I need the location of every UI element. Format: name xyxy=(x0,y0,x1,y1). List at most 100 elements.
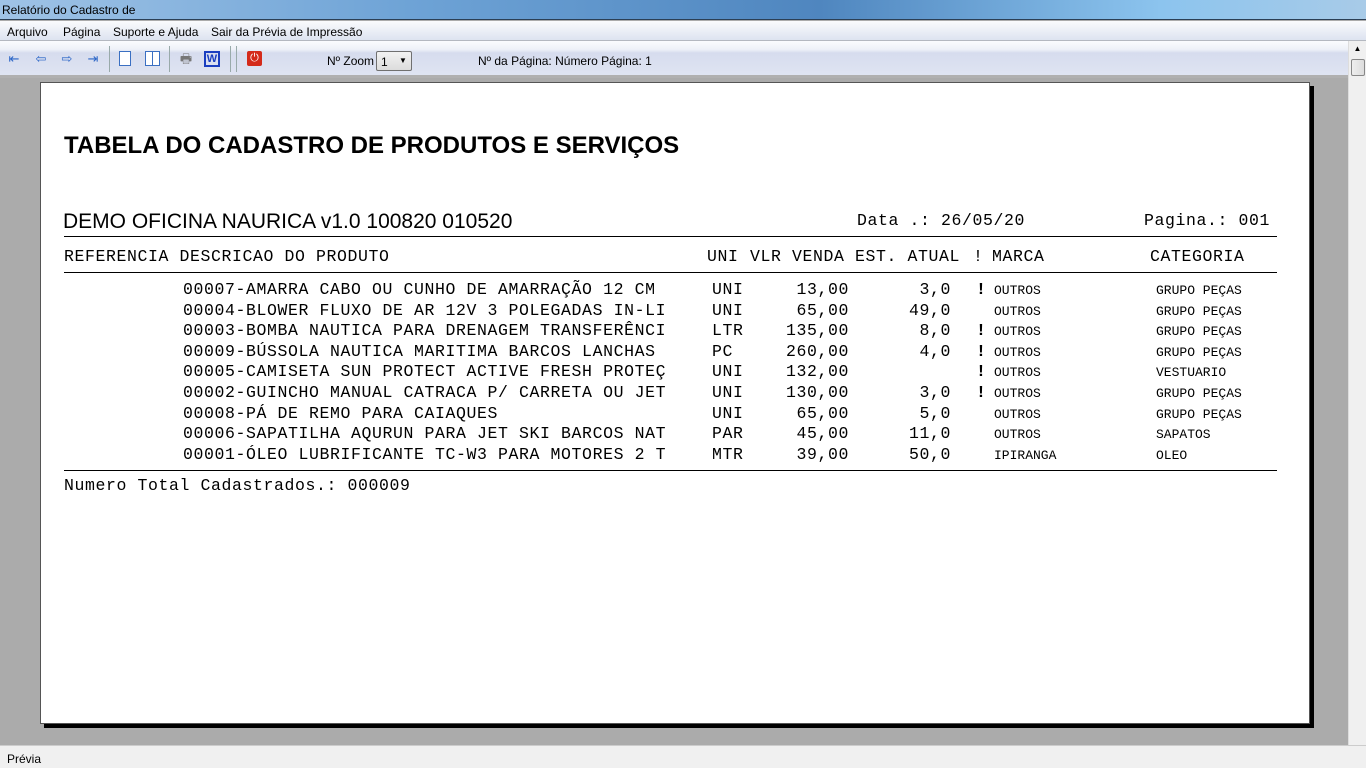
row-stock: 3,0 xyxy=(919,280,951,299)
row-brand: OUTROS xyxy=(994,427,1041,443)
next-page-icon[interactable]: ⇨ xyxy=(59,51,75,67)
header-ref-desc: REFERENCIA DESCRICAO DO PRODUTO xyxy=(64,247,390,266)
row-description: 00001-ÓLEO LUBRIFICANTE TC-W3 PARA MOTOR… xyxy=(183,444,667,464)
header-est-atual: EST. ATUAL xyxy=(855,247,961,266)
row-price: 132,00 xyxy=(785,362,849,382)
menu-pagina[interactable]: Página xyxy=(63,25,100,39)
row-stock: 4,0 xyxy=(919,341,951,361)
report-title: TABELA DO CADASTRO DE PRODUTOS E SERVIÇO… xyxy=(64,132,680,159)
menu-bar: Arquivo Página Suporte e Ajuda Sair da P… xyxy=(0,21,1366,41)
row-unit: UNI xyxy=(712,362,744,382)
row-stock: 5,0 xyxy=(919,403,951,423)
row-description: 00008-PÁ DE REMO PARA CAIAQUES xyxy=(183,403,499,423)
report-page-number: Pagina.: 001 xyxy=(1144,211,1271,230)
row-category: VESTUARIO xyxy=(1156,365,1227,381)
row-category: GRUPO PEÇAS xyxy=(1156,303,1242,319)
menu-arquivo[interactable]: Arquivo xyxy=(7,25,48,39)
row-description: 00004-BLOWER FLUXO DE AR 12V 3 POLEGADAS… xyxy=(183,300,667,320)
row-brand: IPIRANGA xyxy=(994,447,1057,463)
separator xyxy=(109,46,110,72)
row-price: 65,00 xyxy=(796,403,849,423)
row-price: 45,00 xyxy=(796,424,849,444)
header-flag: ! xyxy=(973,247,984,266)
row-description: 00006-SAPATILHA AQURUN PARA JET SKI BARC… xyxy=(183,424,667,444)
two-pages-icon[interactable] xyxy=(145,51,160,66)
row-brand: OUTROS xyxy=(994,406,1041,422)
scroll-thumb[interactable] xyxy=(1351,59,1365,76)
separator xyxy=(230,46,231,72)
row-unit: PAR xyxy=(712,424,744,444)
header-categoria: CATEGORIA xyxy=(1150,247,1245,266)
toolbar: ⇤ ⇦ ⇨ ⇥ 🖶 W ⏻ Nº Zoom 1 ▼ Nº da Página: … xyxy=(0,41,1348,78)
printer-icon[interactable]: 🖶 xyxy=(178,51,194,67)
row-brand: OUTROS xyxy=(994,324,1041,340)
scroll-up-icon[interactable]: ▲ xyxy=(1350,44,1365,53)
row-category: OLEO xyxy=(1156,447,1188,463)
row-unit: UNI xyxy=(712,300,744,320)
row-price: 130,00 xyxy=(785,383,849,402)
row-price: 260,00 xyxy=(785,341,849,361)
row-description: 00002-GUINCHO MANUAL CATRACA P/ CARRETA … xyxy=(183,383,667,402)
vertical-scrollbar[interactable]: ▲ xyxy=(1348,41,1366,745)
row-unit: UNI xyxy=(712,280,744,299)
window-title: Relatório do Cadastro de xyxy=(2,3,136,17)
first-page-icon[interactable]: ⇤ xyxy=(6,51,22,67)
row-flag: ! xyxy=(976,321,987,341)
row-stock: 50,0 xyxy=(908,444,951,464)
company-name: DEMO OFICINA NAURICA v1.0 100820 010520 xyxy=(63,210,513,233)
row-category: GRUPO PEÇAS xyxy=(1156,283,1242,298)
row-flag: ! xyxy=(976,341,987,361)
row-unit: MTR xyxy=(712,444,744,464)
zoom-label: Nº Zoom xyxy=(327,54,375,68)
divider xyxy=(64,272,1277,273)
single-page-icon[interactable] xyxy=(119,51,131,66)
header-vlr-venda: VLR VENDA xyxy=(750,247,845,266)
zoom-select[interactable]: 1 ▼ xyxy=(376,51,412,71)
row-brand: OUTROS xyxy=(994,344,1041,360)
chevron-down-icon: ▼ xyxy=(399,56,407,65)
row-stock: 8,0 xyxy=(919,321,951,341)
row-brand: OUTROS xyxy=(994,365,1041,381)
row-unit: PC xyxy=(712,341,734,361)
row-flag: ! xyxy=(976,362,987,382)
row-price: 13,00 xyxy=(796,280,849,299)
row-category: GRUPO PEÇAS xyxy=(1156,344,1242,360)
row-description: 00005-CAMISETA SUN PROTECT ACTIVE FRESH … xyxy=(183,362,667,382)
row-category: GRUPO PEÇAS xyxy=(1156,406,1242,422)
report-page: TABELA DO CADASTRO DE PRODUTOS E SERVIÇO… xyxy=(40,82,1310,724)
divider xyxy=(64,470,1277,471)
status-bar: Prévia xyxy=(0,745,1366,768)
power-exit-icon[interactable]: ⏻ xyxy=(247,51,262,66)
row-brand: OUTROS xyxy=(994,386,1041,401)
row-price: 39,00 xyxy=(796,444,849,464)
row-stock: 49,0 xyxy=(908,300,951,320)
report-date: Data .: 26/05/20 xyxy=(857,211,1026,230)
row-flag: ! xyxy=(976,280,987,299)
menu-suporte[interactable]: Suporte e Ajuda xyxy=(113,25,198,39)
row-flag: ! xyxy=(976,383,987,402)
row-description: 00009-BÚSSOLA NAUTICA MARITIMA BARCOS LA… xyxy=(183,341,656,361)
previous-page-icon[interactable]: ⇦ xyxy=(33,51,49,67)
separator xyxy=(236,46,237,72)
divider xyxy=(64,236,1277,237)
status-text: Prévia xyxy=(7,752,42,766)
row-price: 65,00 xyxy=(796,300,849,320)
row-unit: UNI xyxy=(712,403,744,423)
row-description: 00007-AMARRA CABO OU CUNHO DE AMARRAÇÃO … xyxy=(183,280,656,299)
row-price: 135,00 xyxy=(785,321,849,341)
total-count: Numero Total Cadastrados.: 000009 xyxy=(64,476,411,495)
row-brand: OUTROS xyxy=(994,283,1041,298)
row-category: SAPATOS xyxy=(1156,427,1211,443)
last-page-icon[interactable]: ⇥ xyxy=(85,51,101,67)
row-category: GRUPO PEÇAS xyxy=(1156,386,1242,401)
row-stock: 3,0 xyxy=(919,383,951,402)
header-marca: MARCA xyxy=(992,247,1045,266)
row-unit: UNI xyxy=(712,383,744,402)
separator xyxy=(169,46,170,72)
zoom-value: 1 xyxy=(381,55,388,69)
word-export-icon[interactable]: W xyxy=(204,51,220,67)
row-category: GRUPO PEÇAS xyxy=(1156,324,1242,340)
menu-sair-previa[interactable]: Sair da Prévia de Impressão xyxy=(211,25,362,39)
row-stock: 11,0 xyxy=(908,424,951,444)
header-uni: UNI xyxy=(707,247,739,266)
